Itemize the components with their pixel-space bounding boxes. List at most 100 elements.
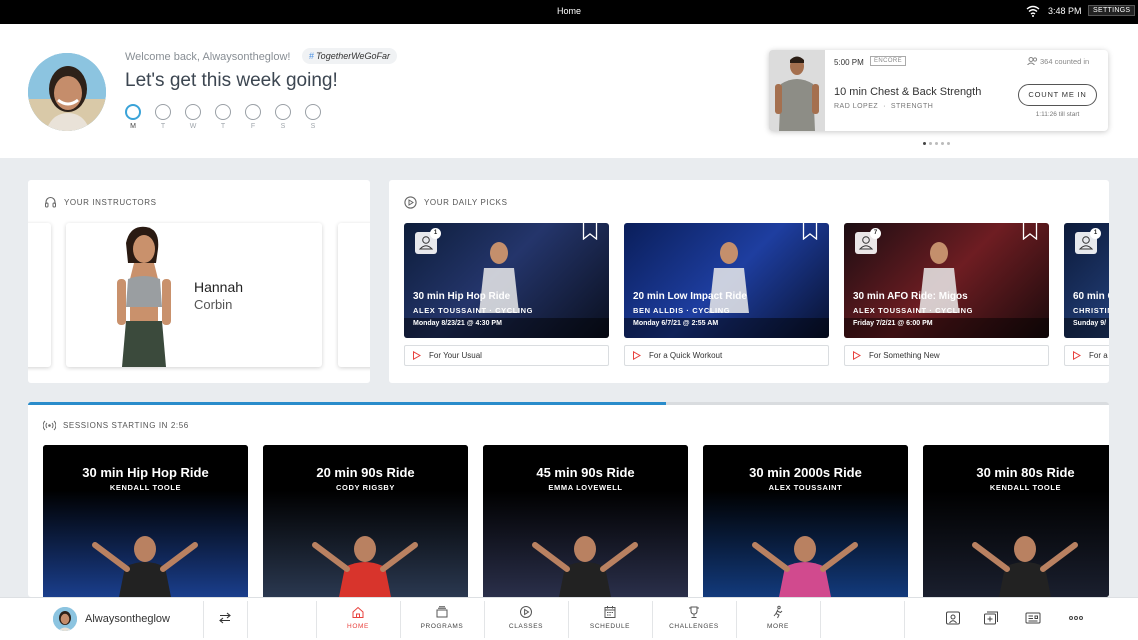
user-profile[interactable]: Alwaysontheglow	[53, 607, 170, 631]
nav-label: HOME	[347, 623, 369, 630]
carousel-dot[interactable]	[947, 142, 950, 145]
nav-label: PROGRAMS	[420, 623, 464, 630]
day-circle	[185, 104, 201, 120]
pick-reason[interactable]: For Something New	[844, 345, 1049, 366]
nav-schedule[interactable]: SCHEDULE	[568, 605, 652, 630]
carousel-dot[interactable]	[941, 142, 944, 145]
instructor-card-prev[interactable]	[28, 223, 51, 367]
session-instructor: CODY RIGSBY	[336, 483, 395, 492]
day-label: T	[220, 123, 226, 130]
carousel-dot[interactable]	[929, 142, 932, 145]
session-card[interactable]: 30 min 2000s Ride ALEX TOUSSAINT	[703, 445, 908, 597]
day-1[interactable]: T	[155, 104, 171, 130]
day-label: F	[250, 123, 256, 130]
day-4[interactable]: F	[245, 104, 261, 130]
day-6[interactable]: S	[305, 104, 321, 130]
divider	[203, 601, 204, 638]
username: Alwaysontheglow	[85, 613, 170, 625]
session-card[interactable]: 30 min 80s Ride KENDALL TOOLE	[923, 445, 1109, 597]
stack-badge: 1	[415, 228, 441, 254]
session-instructor: KENDALL TOOLE	[989, 483, 1062, 492]
divider	[247, 601, 248, 638]
pick-reason[interactable]: For a Quick Workout	[624, 345, 829, 366]
day-3[interactable]: T	[215, 104, 231, 130]
divider	[820, 601, 821, 638]
session-title: 30 min 2000s Ride	[749, 465, 862, 480]
daily-pick-card[interactable]: 1 60 min C CHRISTIN Sunday 9/	[1064, 223, 1109, 338]
schedule-icon	[604, 606, 616, 618]
class-meta: ALEX TOUSSAINT · CYCLING	[853, 306, 974, 315]
day-circle	[215, 104, 231, 120]
bookmark-icon[interactable]	[582, 223, 598, 240]
daily-pick-card[interactable]: 20 min Low Impact Ride BEN ALLDIS · CYCLI…	[624, 223, 829, 338]
pick-reason-text: For a	[1089, 351, 1108, 360]
session-instructor: ALEX TOUSSAINT	[768, 483, 843, 492]
day-label: T	[160, 123, 166, 130]
daily-pick-card[interactable]: 7 30 min AFO Ride: Migos ALEX TOUSSAINT · …	[844, 223, 1049, 338]
profile-card-icon[interactable]	[945, 611, 961, 625]
session-card[interactable]: 45 min 90s Ride EMMA LOVEWELL	[483, 445, 688, 597]
class-instructor: BEN ALLDIS	[633, 306, 684, 315]
bookmark-icon[interactable]	[802, 223, 818, 240]
session-card[interactable]: 20 min 90s Ride CODY RIGSBY	[263, 445, 468, 597]
stack-badge: 7	[855, 228, 881, 254]
session-card[interactable]: 30 min Hip Hop Ride KENDALL TOOLE	[43, 445, 248, 597]
daily-pick-card[interactable]: 1 30 min Hip Hop Ride ALEX TOUSSAINT · CYC…	[404, 223, 609, 338]
class-title: 30 min AFO Ride: Migos	[853, 291, 968, 302]
carousel-dot[interactable]	[935, 142, 938, 145]
day-5[interactable]: S	[275, 104, 291, 130]
session-progress-track	[28, 402, 1109, 405]
upcoming-class-card[interactable]: 5:00 PM ENCORE 364 counted in 10 min Che…	[769, 50, 1108, 131]
bookmark-icon[interactable]	[1022, 223, 1038, 240]
sessions-title-text: SESSIONS STARTING IN 2:56	[63, 421, 189, 430]
divider	[400, 601, 401, 638]
nav-challenges[interactable]: CHALLENGES	[652, 605, 736, 630]
settings-button[interactable]: SETTINGS	[1088, 5, 1136, 16]
pick-reason[interactable]: For Your Usual	[404, 345, 609, 366]
nav-more[interactable]: MORE	[736, 605, 820, 630]
nav-classes[interactable]: CLASSES	[484, 605, 568, 630]
welcome-header: Welcome back, Alwaysontheglow! # Together…	[0, 24, 1138, 158]
encore-badge: ENCORE	[870, 56, 907, 66]
badge-count: 1	[430, 228, 441, 239]
class-meta: RAD LOPEZ · STRENGTH	[834, 103, 934, 110]
session-instructor: EMMA LOVEWELL	[548, 483, 623, 492]
more-options-icon[interactable]	[1068, 611, 1084, 625]
play-icon	[633, 351, 641, 360]
stack-badge: 1	[1075, 228, 1101, 254]
play-icon	[853, 351, 861, 360]
divider	[736, 601, 737, 638]
class-instructor: RAD LOPEZ	[834, 103, 879, 110]
pick-reason[interactable]: For a	[1064, 345, 1109, 366]
home-icon	[352, 606, 364, 618]
carousel-dots[interactable]	[923, 142, 950, 145]
nav-programs[interactable]: PROGRAMS	[400, 605, 484, 630]
swap-icon[interactable]	[218, 611, 232, 625]
badge-count: 1	[1090, 228, 1101, 239]
session-title: 30 min Hip Hop Ride	[82, 465, 209, 480]
profile-avatar[interactable]	[28, 53, 106, 131]
class-time: 5:00 PM	[834, 58, 864, 67]
class-date: Sunday 9/	[1073, 320, 1107, 327]
instructor-card-featured[interactable]: Hannah Corbin	[66, 223, 322, 367]
day-2[interactable]: W	[185, 104, 201, 130]
nav-home[interactable]: HOME	[316, 605, 400, 630]
session-title: 30 min 80s Ride	[976, 465, 1075, 480]
class-meta: ALEX TOUSSAINT · CYCLING	[413, 306, 534, 315]
hashtag-label: TogetherWeGoFar	[316, 51, 391, 61]
day-label: S	[310, 123, 316, 130]
class-category: CYCLING	[692, 306, 731, 315]
weekly-streak: MTWTFSS	[125, 104, 321, 130]
instructor-card-next[interactable]	[338, 223, 370, 367]
divider	[484, 601, 485, 638]
count-me-in-button[interactable]: COUNT ME IN	[1018, 84, 1097, 106]
day-circle	[245, 104, 261, 120]
pick-reason-text: For a Quick Workout	[649, 351, 723, 360]
hashtag-tag[interactable]: # TogetherWeGoFar	[302, 48, 398, 64]
day-0[interactable]: M	[125, 104, 141, 130]
carousel-dot[interactable]	[923, 142, 926, 145]
news-icon[interactable]	[1025, 611, 1041, 625]
add-workout-icon[interactable]	[983, 611, 999, 625]
class-instructor: ALEX TOUSSAINT	[413, 306, 487, 315]
class-category: CYCLING	[935, 306, 974, 315]
